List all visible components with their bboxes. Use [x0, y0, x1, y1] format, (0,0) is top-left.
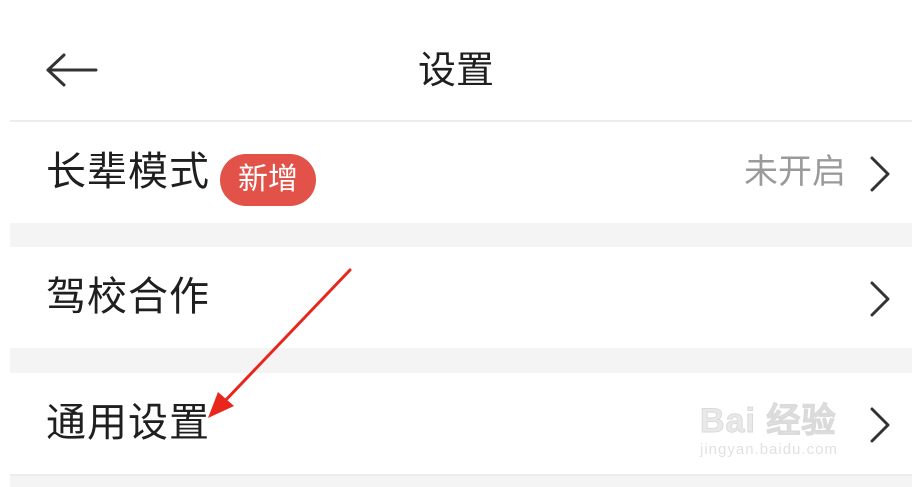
settings-item-label: 通用设置: [46, 400, 210, 446]
chevron-right-icon: [870, 156, 890, 192]
settings-list: 长辈模式 新增 未开启 驾校合作 通用设置: [10, 122, 912, 487]
chevron-right-icon: [870, 407, 890, 443]
settings-item-value: 未开启: [744, 152, 846, 192]
page-title: 设置: [417, 48, 494, 92]
row-divider: [10, 474, 912, 476]
settings-item-label: 驾校合作: [46, 274, 210, 320]
new-badge: 新增: [220, 154, 316, 206]
settings-item-driving-school[interactable]: 驾校合作: [10, 247, 912, 348]
chevron-right-icon: [870, 281, 890, 317]
header-bar: 设置: [0, 0, 912, 120]
settings-item-elder-mode[interactable]: 长辈模式 新增 未开启: [10, 122, 912, 223]
settings-screen: 设置 长辈模式 新增 未开启 驾校合作 通用设置 Bai 经验 jingyan.…: [0, 0, 912, 487]
section-gap: [10, 223, 912, 247]
settings-item-general[interactable]: 通用设置: [10, 373, 912, 474]
settings-item-label: 长辈模式: [46, 149, 210, 195]
section-gap: [10, 348, 912, 372]
